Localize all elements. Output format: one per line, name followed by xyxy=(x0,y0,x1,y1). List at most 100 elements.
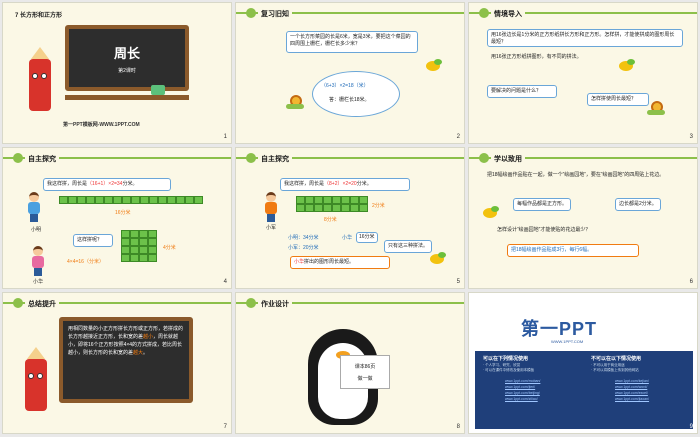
slide-number: 5 xyxy=(456,279,460,285)
header-dot-icon xyxy=(246,8,256,18)
slide-number: 3 xyxy=(689,134,693,140)
square-4x4 xyxy=(121,230,157,262)
solution-calc: （6+3）×2=18（米） xyxy=(321,83,369,89)
header-title: 作业设计 xyxy=(258,299,292,309)
col2-line-2: · 不可以将模板上传到其他网站 xyxy=(591,368,639,372)
slide-number: 6 xyxy=(689,279,693,285)
header-dot-icon xyxy=(479,153,489,163)
slide-thumbnail-1[interactable]: 7 长方形和正方形 周长 第2课时 第一PPT模板网-WWW.1PPT.COM … xyxy=(2,2,232,144)
speech-formula: （16+1）×2=34 xyxy=(87,181,123,187)
board-ledge xyxy=(65,95,189,100)
solution-answer: 答：栅栏长18米。 xyxy=(329,97,370,103)
snail-icon xyxy=(647,101,665,115)
bird-icon xyxy=(483,206,499,218)
result-ming: 小明：34分米 xyxy=(288,235,319,241)
speech-unit: 分米。 xyxy=(122,181,138,187)
slide-number: 8 xyxy=(456,424,460,430)
info-panel: 可以在下列情况使用 不可以在以下情况使用 · 个人学习、研究、欣赏 · 可以在课… xyxy=(475,351,693,429)
board-title: 周长 xyxy=(113,46,140,61)
design-question: 怎样设计“绘画园地”才能使贴的花边最少？ xyxy=(497,227,591,233)
rect-width-label: 2分米 xyxy=(372,203,385,209)
speech-formula: （8+2）×2=20 xyxy=(324,181,357,187)
name-ming: 小明 xyxy=(31,227,42,233)
slide-header: 作业设计 xyxy=(236,293,464,313)
speech-text: 我这样拼，周长是 xyxy=(284,181,325,187)
header-dot-icon xyxy=(479,8,489,18)
header-title: 总结提升 xyxy=(25,299,59,309)
conclusion-box: 小华拼出的图形周长最短。 xyxy=(290,256,390,270)
logo: 第一PPT xyxy=(521,319,598,339)
problem-box: 一个长方形菜园的长是6米，宽是3米，要把这个菜园的四周围上栅栏，栅栏长多少米？ xyxy=(286,31,418,53)
speech-text: 我这样拼，周长是 xyxy=(47,181,88,187)
slide-thumbnail-5[interactable]: 自主探究 我这样拼，周长是（8+2）×2=20分米。 2分米 8分米 小军 小明… xyxy=(235,147,465,289)
slide-thumbnail-3[interactable]: 情境导入 用16张边长是1分米的正方形纸拼长方形和正方形。怎样拼，才能使拼成的图… xyxy=(468,2,698,144)
header-title: 自主探究 xyxy=(258,154,292,164)
bird-icon xyxy=(619,59,635,71)
answer-box: 把18幅绘画作品贴成3行，每行6幅。 xyxy=(507,244,639,258)
summary-highlight-2: 越大 xyxy=(133,350,144,356)
header-title: 自主探究 xyxy=(25,154,59,164)
task-text: 把18幅绘画作品贴在一起，做一个“绘画园地”，要在“绘画园地”的四周贴上花边。 xyxy=(487,172,665,178)
link-1-1[interactable]: www.1ppt.com/moban/ xyxy=(505,379,540,383)
slide-thumbnail-7[interactable]: 总结提升 用相同数量的小正方形拼长方形或正方形，若拼成的长方形越接近正方形，长和… xyxy=(2,292,232,434)
link-2-4[interactable]: www.1ppt.com/jiaoan/ xyxy=(615,397,649,401)
kid-ming-icon xyxy=(27,192,41,222)
slide-thumbnail-9[interactable]: 第一PPT WWW.1PPT.COM 可以在下列情况使用 不可以在以下情况使用 … xyxy=(468,292,698,434)
rect-8x2 xyxy=(296,196,368,212)
slide-thumbnail-2[interactable]: 复习旧知 一个长方形菜园的长是6米，宽是3米，要把这个菜园的四周围上栅栏，栅栏长… xyxy=(235,2,465,144)
logo-url: WWW.1PPT.COM xyxy=(551,339,584,344)
chapter-subtitle: 7 长方形和正方形 xyxy=(15,13,63,19)
homework-page: 课本86页 xyxy=(354,364,376,370)
context-note: 用16张正方形纸拼图形，有不同的拼法。 xyxy=(491,54,582,60)
slide-number: 7 xyxy=(223,424,227,430)
square-calc: 4×4=16（分米） xyxy=(67,259,104,265)
question-bubble-1: 要解决的问题是什么？ xyxy=(487,85,557,99)
slide-header: 总结提升 xyxy=(3,293,231,313)
snail-icon xyxy=(286,95,304,109)
board-subtitle: 第2课时 xyxy=(118,68,136,74)
slide-thumbnail-4[interactable]: 自主探究 我这样拼，周长是（16+1）×2=34分米。 16分米 小明 这样拼呢… xyxy=(2,147,232,289)
link-2-1[interactable]: www.1ppt.com/kejian/ xyxy=(615,379,649,383)
header-title: 复习旧知 xyxy=(258,9,292,19)
link-2-3[interactable]: www.1ppt.com/excel/ xyxy=(615,391,648,395)
link-1-4[interactable]: www.1ppt.com/ziliao/ xyxy=(505,397,538,401)
link-2-2[interactable]: www.1ppt.com/word/ xyxy=(615,385,647,389)
three-ways-bubble: 只有这三种拼法。 xyxy=(384,240,433,254)
speech-box-jun: 我这样拼，周长是（8+2）×2=20分米。 xyxy=(280,178,410,192)
context-box: 用16张边长是1分米的正方形纸拼长方形和正方形。怎样拼，才能使拼成的图形周长最短… xyxy=(487,29,683,47)
name-jun: 小军 xyxy=(266,225,277,231)
square-side-label: 4分米 xyxy=(163,245,176,251)
summary-text: 用相同数量的小正方形拼长方形或正方形，若拼成的长方形越接近正方形，长和宽的差越小… xyxy=(68,325,186,357)
hint-bubble-2: 边长都是2分米。 xyxy=(615,198,661,212)
speech-unit: 分米。 xyxy=(356,181,372,187)
slide-thumbnail-6[interactable]: 学以致用 把18幅绘画作品贴在一起，做一个“绘画园地”，要在“绘画园地”的四周贴… xyxy=(468,147,698,289)
link-1-2[interactable]: www.1ppt.com/jieri/ xyxy=(505,385,535,389)
header-dot-icon xyxy=(246,298,256,308)
slide-header: 学以致用 xyxy=(469,148,697,168)
header-dot-icon xyxy=(13,298,23,308)
col1-line-2: · 可以在课件中修改及使用本模板 xyxy=(483,368,535,372)
solution-oval: （6+3）×2=18（米） 答：栅栏长18米。 xyxy=(312,71,400,117)
rect-length-label: 8分米 xyxy=(324,217,337,223)
slide-number: 1 xyxy=(223,134,227,140)
bird-icon xyxy=(430,252,446,264)
col2-title: 不可以在以下情况使用 xyxy=(591,356,642,362)
header-title: 情境导入 xyxy=(491,9,525,19)
conclusion-text: 拼出的图形周长最短。 xyxy=(304,259,355,265)
link-1-3[interactable]: www.1ppt.com/beijing/ xyxy=(505,391,540,395)
blackboard: 周长 第2课时 xyxy=(65,25,189,91)
speech-box-ming: 我这样拼，周长是（16+1）×2=34分米。 xyxy=(43,178,171,192)
slide-header: 复习旧知 xyxy=(236,3,464,23)
homework-sign: 课本86页 做一做 xyxy=(340,355,390,389)
slide-header: 自主探究 xyxy=(3,148,231,168)
ask-bubble: 这样拼呢？ xyxy=(73,234,113,248)
summary-blackboard: 用相同数量的小正方形拼长方形或正方形，若拼成的长方形越接近正方形，长和宽的差越小… xyxy=(59,317,193,403)
summary-highlight-1: 越小 xyxy=(143,334,154,340)
bird-icon xyxy=(426,59,442,71)
slide-number: 9 xyxy=(689,424,693,430)
slide-header: 情境导入 xyxy=(469,3,697,23)
col1-title: 可以在下列情况使用 xyxy=(483,356,529,362)
strip-length-label: 16分米 xyxy=(115,210,131,216)
homework-task: 做一做 xyxy=(357,376,373,382)
slide-thumbnail-8[interactable]: 作业设计 课本86页 做一做 8 xyxy=(235,292,465,434)
